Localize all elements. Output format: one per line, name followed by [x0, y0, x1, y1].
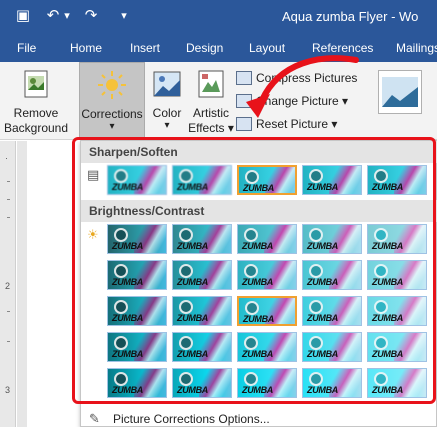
corrections-options-icon: ✎	[89, 411, 100, 426]
ribbon-tabs: File Home Insert Design Layout Reference…	[0, 33, 437, 62]
picture-corrections-options-label: Picture Corrections Options...	[113, 412, 270, 426]
color-dropdown-icon: ▾	[164, 120, 170, 131]
corrections-button[interactable]: Corrections ▾	[79, 62, 145, 140]
save-icon[interactable]: ▣	[14, 7, 32, 25]
ruler-tick	[7, 341, 10, 342]
title-bar: ▣ ↶ ▾ ↷ ▾ Aqua zumba Flyer - Wo	[0, 0, 437, 33]
ruler-number: ·	[5, 153, 8, 163]
vertical-ruler: · 2 3	[0, 141, 16, 427]
tab-design[interactable]: Design	[186, 41, 223, 55]
color-picture-icon	[153, 71, 181, 97]
ruler-number: 2	[5, 281, 11, 291]
ruler-tick	[7, 181, 10, 182]
remove-background-label-2: Background	[3, 121, 69, 135]
undo-icon[interactable]: ↶	[44, 7, 62, 25]
redo-icon[interactable]: ↷	[82, 7, 100, 25]
corrections-dropdown-icon: ▾	[109, 121, 115, 132]
remove-background-button[interactable]: Remove Background	[0, 62, 72, 140]
remove-background-icon	[24, 70, 48, 98]
tab-file[interactable]: File	[17, 41, 36, 55]
artistic-effects-button[interactable]: Artistic Effects ▾	[188, 62, 234, 140]
color-label: Color	[152, 106, 182, 120]
artistic-effects-label-1: Artistic	[193, 106, 229, 120]
artistic-effects-label-2: Effects ▾	[188, 121, 234, 135]
red-arrow-annotation	[246, 55, 359, 118]
highlight-box	[72, 137, 436, 404]
picture-corrections-options[interactable]: ✎ Picture Corrections Options...	[81, 409, 437, 427]
ribbon: Remove Background Corrections ▾ Color ▾	[0, 62, 437, 140]
picture-style-preview[interactable]	[378, 70, 422, 114]
ruler-tick	[7, 199, 10, 200]
ruler-tick	[7, 217, 10, 218]
color-button[interactable]: Color ▾	[147, 62, 187, 140]
corrections-label: Corrections	[81, 107, 143, 121]
tab-mailings[interactable]: Mailings	[396, 41, 437, 55]
picture-style-icon	[382, 77, 418, 107]
tab-home[interactable]: Home	[70, 41, 102, 55]
remove-background-label-1: Remove	[13, 106, 59, 120]
tab-insert[interactable]: Insert	[130, 41, 160, 55]
undo-dropdown-icon[interactable]: ▾	[62, 7, 72, 25]
ruler-tick	[7, 311, 10, 312]
corrections-sun-icon	[98, 71, 126, 99]
ruler-number: 3	[5, 385, 11, 395]
document-title: Aqua zumba Flyer - Wo	[282, 9, 419, 24]
artistic-effects-icon	[198, 70, 224, 98]
customize-qat-icon[interactable]: ▾	[118, 7, 130, 25]
